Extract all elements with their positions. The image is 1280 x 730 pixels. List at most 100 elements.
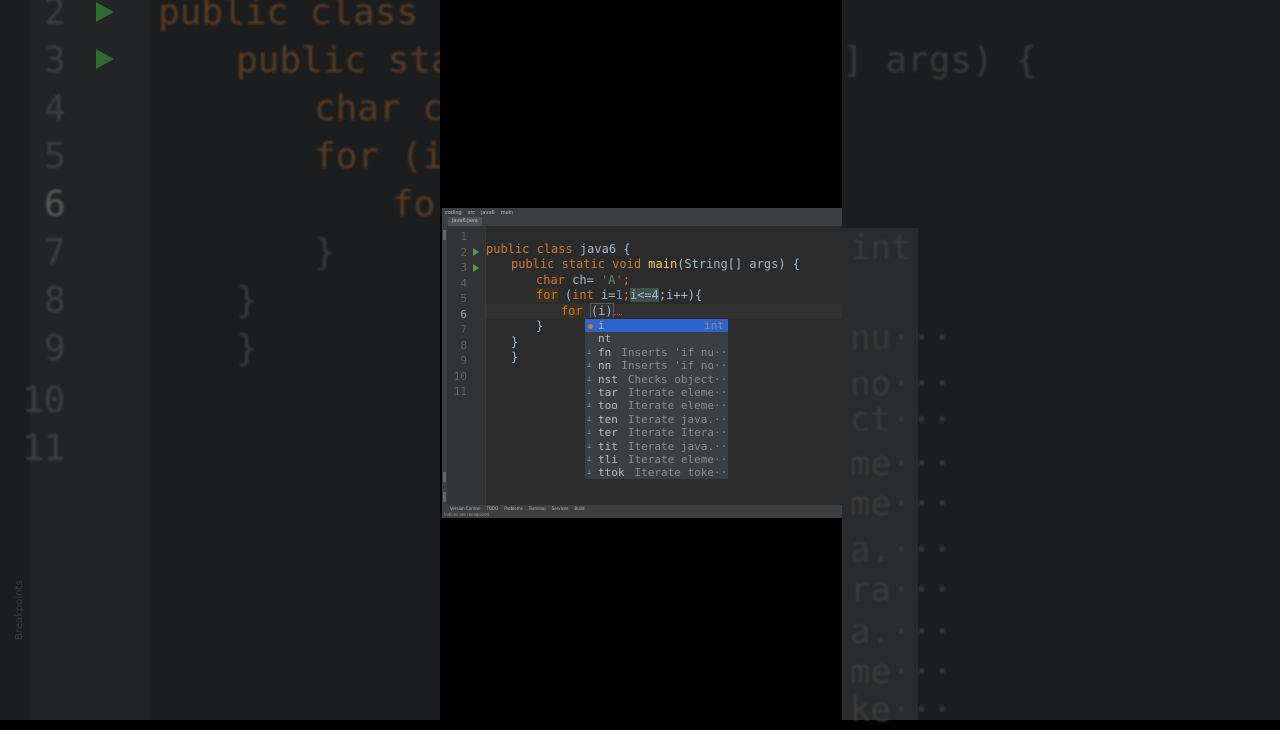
project-tool-icon[interactable]: [443, 230, 446, 240]
condition: i<=4: [629, 288, 659, 302]
completion-desc: Iterate java.···: [627, 439, 729, 453]
bg-line-number: 11: [22, 428, 66, 469]
line-number: 1: [460, 230, 467, 243]
code-text: (: [557, 288, 573, 302]
completion-item[interactable]: nt: [585, 332, 728, 345]
keyword: char: [536, 273, 565, 287]
completion-desc: Iterate java.···: [627, 412, 729, 426]
run-icon[interactable]: [473, 264, 479, 272]
completion-desc: Inserts 'if no···: [621, 359, 729, 373]
variable-icon: [588, 324, 593, 329]
keyword: for: [561, 304, 583, 318]
completion-desc: Iterate toke···: [634, 466, 729, 480]
completion-item[interactable]: ⊥ fn Inserts 'if nu···: [585, 346, 728, 359]
completion-item[interactable]: ⊥ tar Iterate eleme···: [585, 386, 728, 399]
completion-desc: Iterate eleme···: [627, 399, 729, 413]
status-bar: Indices are recognized: [442, 512, 842, 518]
completion-desc: Iterate Itera···: [627, 426, 729, 440]
bg-line-number: 7: [44, 232, 66, 273]
method-name: main: [648, 257, 678, 271]
bg-popup-text: ra···: [850, 570, 953, 610]
line-number: 4: [460, 277, 467, 290]
keyword: for: [536, 288, 558, 302]
bg-popup-text: int: [850, 228, 912, 268]
tab-todo[interactable]: TODO: [486, 506, 498, 511]
breadcrumb-item[interactable]: java6: [481, 210, 495, 216]
bg-popup-text: a.···: [850, 530, 953, 570]
completion-desc: Checks object···: [627, 372, 729, 386]
number-literal: 1: [615, 288, 623, 302]
run-icon: [96, 2, 114, 22]
current-line-highlight: [486, 304, 842, 319]
code-line: char ch= 'A';: [536, 273, 630, 288]
completion-item[interactable]: ⊥ ten Iterate java.···: [585, 413, 728, 426]
error-squiggle: [613, 314, 622, 315]
code-line: public static void main(String[] args) {: [511, 257, 800, 272]
completion-popup[interactable]: i int nt ⊥ fn Inserts 'if nu··· ⊥ nn Inserts …: [584, 318, 729, 480]
bg-line-number: 3: [44, 40, 66, 81]
bg-side-label: Breakpoints: [14, 580, 25, 640]
string-literal: 'A': [601, 273, 623, 287]
line-number: 10: [453, 370, 467, 383]
tab-problems[interactable]: Problems: [504, 506, 522, 511]
bg-line-number: 8: [44, 280, 66, 321]
breadcrumb-item[interactable]: src: [468, 210, 475, 216]
completion-item[interactable]: ⊥ nn Inserts 'if no···: [585, 359, 728, 372]
code-text: ch=: [564, 273, 602, 287]
run-icon: [96, 49, 114, 69]
bg-popup-text: a.···: [850, 612, 953, 652]
breadcrumb-item[interactable]: coding: [445, 210, 462, 216]
bg-line-number: 2: [44, 0, 66, 33]
tab-java6[interactable]: java6.java: [448, 217, 482, 226]
code-text: i=: [593, 288, 616, 302]
code-text: ;i++){: [658, 288, 703, 302]
tab-services[interactable]: Services: [552, 506, 569, 511]
code-text: (String[] args) {: [677, 257, 801, 271]
line-number: 9: [460, 354, 467, 367]
template-icon: ⊥: [587, 428, 592, 437]
tab-build[interactable]: Build: [575, 506, 585, 511]
bg-code-line: }: [236, 280, 258, 321]
completion-item[interactable]: ⊥ ter Iterate Itera···: [585, 426, 728, 439]
keyword: int: [572, 288, 594, 302]
bg-code-line: char ch: [314, 88, 440, 129]
completion-item[interactable]: ⊥ tli Iterate eleme···: [585, 453, 728, 466]
code-line: for (int i=1;i<=4;i++){: [536, 288, 702, 303]
tool-window-bar: Version Control TODO Problems Terminal S…: [442, 505, 842, 512]
bg-line-number: 9: [44, 328, 66, 369]
code-line: for (i): [561, 303, 622, 319]
bg-code-line: }: [236, 328, 258, 369]
favorites-tool-icon[interactable]: [443, 492, 446, 502]
line-number: 3: [460, 261, 467, 274]
bg-line-number: 4: [44, 88, 66, 129]
line-number: 11: [453, 385, 467, 398]
breadcrumb: coding src java6 main: [442, 208, 842, 217]
completion-item[interactable]: i int: [585, 319, 728, 333]
bg-code-line: }: [314, 232, 336, 273]
completion-item[interactable]: ⊥ too Iterate eleme···: [585, 399, 728, 412]
bg-popup-text: no···: [850, 364, 953, 404]
typed-text[interactable]: (i): [589, 303, 614, 319]
code-line: }: [536, 319, 544, 333]
line-gutter[interactable]: 1 2 3 4 5 6 7 8 9 10 11: [447, 226, 486, 510]
completion-item[interactable]: ⊥ tit Iterate java.···: [585, 440, 728, 453]
bg-line-number: 10: [22, 380, 66, 421]
structure-tool-icon[interactable]: [443, 472, 446, 482]
line-number: 2: [460, 246, 467, 259]
template-icon: ⊥: [587, 347, 592, 356]
line-number: 8: [460, 339, 467, 352]
tab-version-control[interactable]: Version Control: [450, 506, 480, 511]
bg-popup-text: me···: [850, 444, 953, 484]
tab-terminal[interactable]: Terminal: [529, 506, 546, 511]
bg-code-line: public class ja: [158, 0, 440, 33]
completion-item[interactable]: ⊥ ttok Iterate toke···: [585, 466, 728, 479]
breadcrumb-item[interactable]: main: [501, 210, 514, 216]
completion-desc: Inserts 'if nu···: [621, 345, 729, 359]
bg-code-line: for (in: [314, 136, 440, 177]
semicolon: ;: [622, 288, 630, 302]
bg-popup-text: nu···: [850, 318, 953, 358]
template-icon: ⊥: [587, 361, 592, 370]
bg-code-line: ] args) {: [842, 40, 1038, 81]
run-icon[interactable]: [473, 248, 479, 256]
completion-item[interactable]: ⊥ nst Checks object···: [585, 373, 728, 386]
